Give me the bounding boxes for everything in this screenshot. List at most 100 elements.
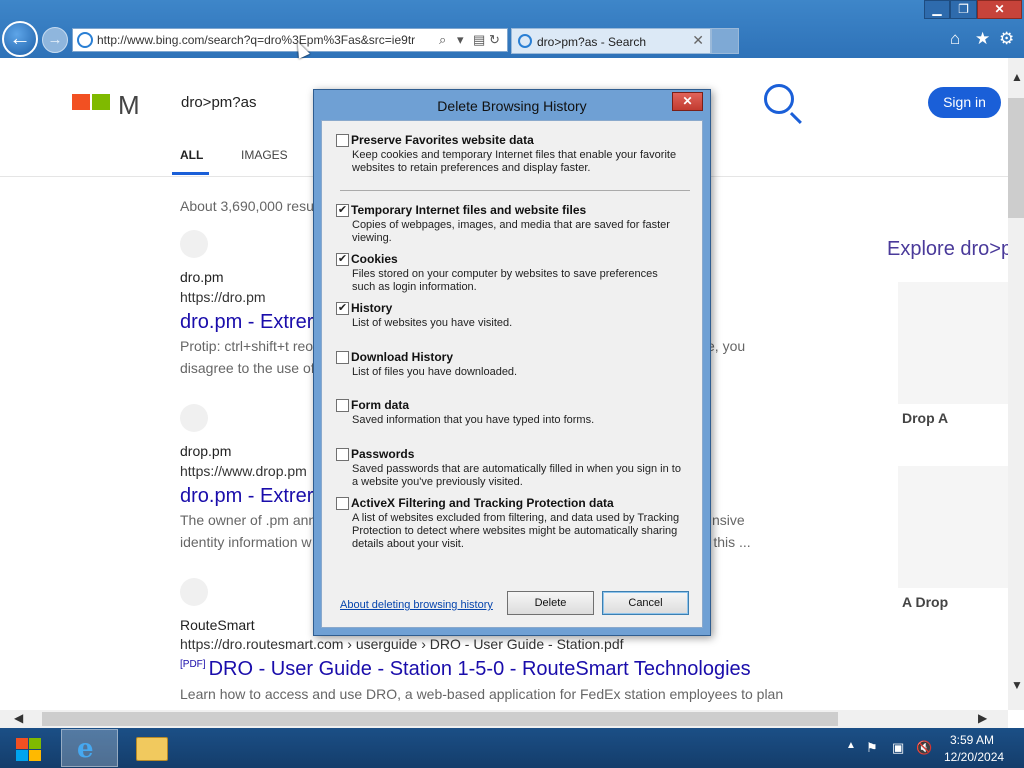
checkbox[interactable]: ✔: [336, 253, 349, 266]
browser-chrome: ▁ ❐ ✕ ← → http://www.bing.com/search?q=d…: [0, 0, 1024, 58]
scroll-left-icon[interactable]: ◀: [14, 711, 23, 725]
close-window-button[interactable]: ✕: [977, 0, 1022, 19]
folder-icon: [136, 737, 168, 761]
taskbar-file-explorer[interactable]: [124, 729, 181, 767]
tab-search[interactable]: dro>pm?as - Search ✕: [511, 28, 711, 54]
back-button[interactable]: ←: [2, 21, 38, 57]
option-title[interactable]: Temporary Internet files and website fil…: [351, 203, 586, 217]
gear-icon[interactable]: ⚙: [999, 29, 1014, 49]
delete-button[interactable]: Delete: [507, 591, 594, 615]
side-card-image[interactable]: [898, 466, 1008, 588]
volume-muted-icon[interactable]: 🔇: [916, 740, 932, 756]
option-title[interactable]: Preserve Favorites website data: [351, 133, 534, 147]
result-snippet: Protip: ctrl+shift+t reo: [180, 338, 314, 354]
network-icon[interactable]: ▣: [892, 740, 904, 756]
option-title[interactable]: ActiveX Filtering and Tracking Protectio…: [351, 496, 614, 510]
dialog-titlebar[interactable]: Delete Browsing History ✕: [314, 90, 710, 120]
compatibility-icon[interactable]: ▤: [473, 32, 485, 48]
option-title[interactable]: History: [351, 301, 392, 315]
search-icon[interactable]: ⌕: [439, 32, 446, 48]
result-snippet: The owner of .pm ann: [180, 512, 317, 528]
cancel-button[interactable]: Cancel: [602, 591, 689, 615]
forward-button[interactable]: →: [42, 27, 68, 53]
option-title[interactable]: Cookies: [351, 252, 398, 266]
horizontal-scroll-thumb[interactable]: [42, 712, 838, 726]
result-title-link[interactable]: dro.pm - Extrer: [180, 485, 313, 508]
windows-logo-icon: [29, 750, 41, 761]
result-title-link[interactable]: [PDF] DRO - User Guide - Station 1-5-0 - …: [180, 658, 751, 681]
windows-logo-icon: [16, 750, 28, 761]
side-card-label[interactable]: A Drop: [902, 594, 948, 610]
taskbar-internet-explorer[interactable]: e: [61, 729, 118, 767]
checkbox[interactable]: ✔: [336, 204, 349, 217]
dialog-body: Preserve Favorites website data Keep coo…: [321, 120, 703, 628]
clock-time[interactable]: 3:59 AM: [950, 733, 994, 747]
refresh-icon[interactable]: ↻: [489, 32, 500, 48]
option-title[interactable]: Form data: [351, 398, 409, 412]
search-query-text[interactable]: dro>pm?as: [181, 94, 256, 111]
start-button[interactable]: [6, 732, 48, 764]
side-card-label[interactable]: Drop A: [902, 410, 948, 426]
new-tab-button[interactable]: [711, 28, 739, 54]
dialog-separator: [340, 190, 690, 191]
result-snippet: identity information w: [180, 534, 312, 550]
search-icon[interactable]: [764, 84, 794, 114]
bing-favicon-icon: [518, 34, 532, 48]
maximize-button[interactable]: ❐: [950, 0, 977, 19]
result-favicon-icon: [180, 404, 208, 432]
logo-red-square: [72, 94, 90, 110]
option-description: Files stored on your computer by website…: [352, 268, 658, 293]
minimize-button[interactable]: ▁: [924, 0, 950, 19]
explore-heading[interactable]: Explore dro>p: [887, 238, 1008, 261]
windows-logo-icon: [16, 738, 28, 749]
tab-all[interactable]: ALL: [180, 148, 203, 162]
option-title[interactable]: Passwords: [351, 447, 414, 461]
logo-letter: M: [118, 90, 140, 120]
checkbox[interactable]: ✔: [336, 302, 349, 315]
scroll-up-icon[interactable]: ▲: [1011, 70, 1023, 84]
option-description: List of websites you have visited.: [352, 317, 513, 329]
dialog-close-button[interactable]: ✕: [672, 92, 703, 111]
home-icon[interactable]: ⌂: [950, 29, 960, 49]
result-site-name: dro.pm: [180, 269, 224, 285]
about-deleting-history-link[interactable]: About deleting browsing history: [340, 599, 493, 611]
result-url[interactable]: https://dro.pm: [180, 289, 266, 305]
address-url[interactable]: http://www.bing.com/search?q=dro%3Epm%3F…: [97, 33, 437, 47]
vertical-scroll-thumb[interactable]: [1008, 98, 1024, 218]
side-card-image[interactable]: [898, 282, 1008, 404]
action-center-flag-icon[interactable]: ⚑: [866, 740, 878, 756]
checkbox[interactable]: [336, 134, 349, 147]
sign-in-button[interactable]: Sign in: [928, 87, 1001, 118]
internet-explorer-icon: e: [77, 734, 94, 764]
address-bar[interactable]: http://www.bing.com/search?q=dro%3Epm%3F…: [72, 28, 508, 52]
favorites-star-icon[interactable]: ★: [975, 29, 990, 49]
result-snippet: nsive: [712, 512, 745, 528]
result-title-link[interactable]: dro.pm - Extrer: [180, 311, 313, 334]
checkbox[interactable]: [336, 497, 349, 510]
result-title-text[interactable]: DRO - User Guide - Station 1-5-0 - Route…: [209, 658, 751, 680]
show-hidden-icons-icon[interactable]: ▲: [846, 740, 856, 751]
option-description: Saved passwords that are automatically f…: [352, 463, 681, 488]
scroll-right-icon[interactable]: ▶: [978, 711, 987, 725]
checkbox[interactable]: [336, 351, 349, 364]
windows-logo-icon: [29, 738, 41, 749]
result-url[interactable]: https://www.drop.pm: [180, 463, 307, 479]
checkbox[interactable]: [336, 448, 349, 461]
result-site-name: RouteSmart: [180, 617, 255, 633]
option-description: Keep cookies and temporary Internet file…: [352, 149, 677, 174]
dropdown-icon[interactable]: ▾: [457, 32, 464, 48]
option-description: Copies of webpages, images, and media th…: [352, 219, 670, 244]
checkbox[interactable]: [336, 399, 349, 412]
result-snippet: disagree to the use of: [180, 360, 315, 376]
option-description: A list of websites excluded from filteri…: [352, 512, 680, 550]
close-tab-icon[interactable]: ✕: [692, 32, 704, 49]
result-site-name: drop.pm: [180, 443, 232, 459]
clock-date[interactable]: 12/20/2024: [944, 750, 1004, 764]
result-url[interactable]: https://dro.routesmart.com › userguide ›…: [180, 636, 624, 652]
tab-images[interactable]: IMAGES: [241, 148, 288, 162]
scroll-down-icon[interactable]: ▼: [1011, 678, 1023, 692]
option-description: List of files you have downloaded.: [352, 366, 518, 378]
result-snippet: Learn how to access and use DRO, a web-b…: [180, 686, 784, 702]
option-title[interactable]: Download History: [351, 350, 453, 364]
taskbar: e ▲ ⚑ ▣ 🔇 3:59 AM 12/20/2024: [0, 728, 1024, 768]
